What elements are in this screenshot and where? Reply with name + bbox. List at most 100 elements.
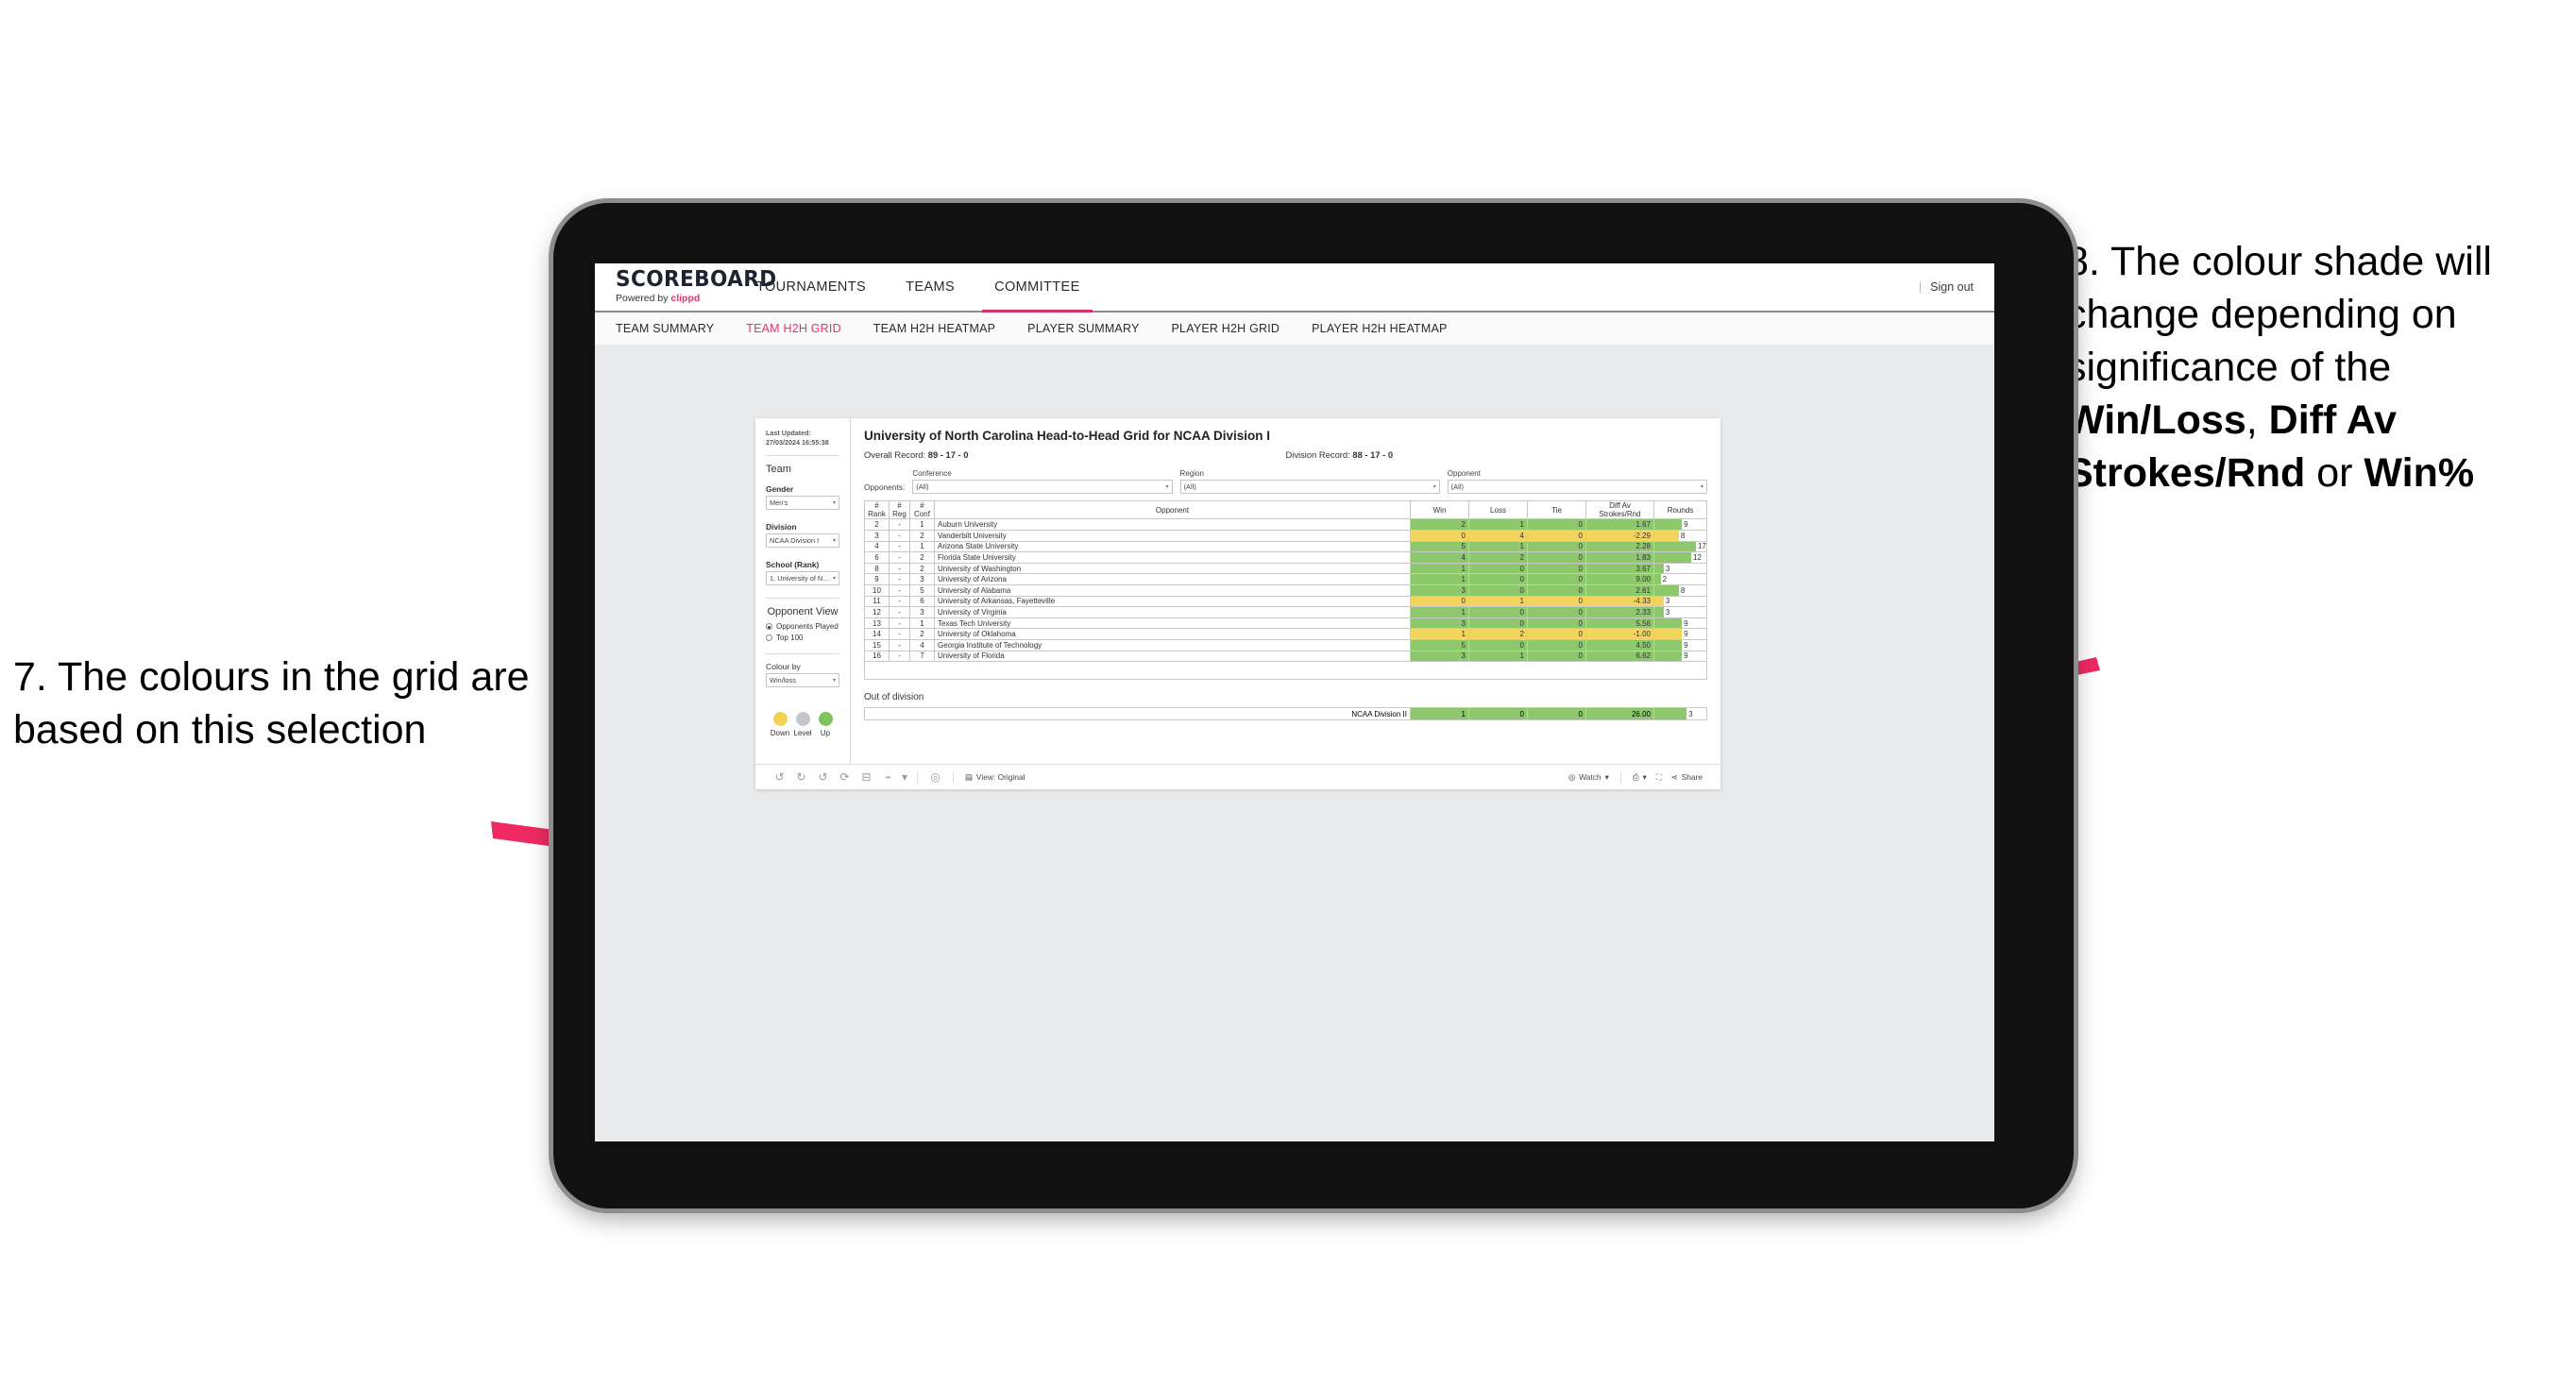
revert-icon[interactable]: ↺ bbox=[812, 765, 834, 789]
rounds-wrap: 12 bbox=[1654, 552, 1706, 563]
cell-loss: 0 bbox=[1468, 562, 1528, 575]
cell-rank: 2 bbox=[864, 518, 890, 531]
ood-diff: 26.00 bbox=[1585, 707, 1654, 721]
cell-conf: 2 bbox=[909, 628, 935, 640]
table-row[interactable]: 4-1 Arizona State University 5 1 0 2.28 17 bbox=[864, 540, 1707, 553]
rounds-bar bbox=[1654, 552, 1692, 563]
cell-tie: 0 bbox=[1527, 540, 1586, 553]
rounds-value: 8 bbox=[1680, 585, 1686, 595]
school-dropdown[interactable]: 1. University of Nort... ▾ bbox=[766, 571, 839, 586]
cell-rounds: 9 bbox=[1653, 650, 1707, 663]
cell-rank: 10 bbox=[864, 583, 890, 597]
table-row[interactable]: 12-3 University of Virginia 1 0 0 2.33 3 bbox=[864, 606, 1707, 618]
col-diff-av-strokes[interactable]: Diff Av Strokes/Rnd bbox=[1585, 499, 1654, 520]
topnav-teams[interactable]: TEAMS bbox=[886, 263, 974, 311]
col-tie[interactable]: Tie bbox=[1527, 499, 1586, 520]
watch-button[interactable]: ◎ Watch ▾ bbox=[1564, 772, 1614, 782]
cell-opponent: Auburn University bbox=[934, 518, 1411, 531]
annotation-right-lead: 8. The colour shade will change dependin… bbox=[2066, 239, 2492, 390]
cell-reg: - bbox=[889, 638, 910, 651]
legend-item-down: Down bbox=[769, 712, 791, 737]
rounds-wrap: 2 bbox=[1654, 574, 1706, 584]
chevron-down-icon: ▾ bbox=[1701, 484, 1704, 490]
col-conf-line2: Conf bbox=[914, 510, 930, 519]
col-conf[interactable]: # Conf bbox=[909, 499, 935, 520]
refresh-icon[interactable]: ⟳ bbox=[834, 765, 856, 789]
radio-top-100[interactable]: Top 100 bbox=[766, 634, 839, 642]
cell-opponent: Florida State University bbox=[934, 551, 1411, 564]
overall-record-value: 89 - 17 - 0 bbox=[927, 449, 969, 460]
radio-top-100-label: Top 100 bbox=[776, 634, 804, 643]
table-row[interactable]: 6-2 Florida State University 4 2 0 1.83 12 bbox=[864, 551, 1707, 564]
subnav-team-h2h-heatmap[interactable]: TEAM H2H HEATMAP bbox=[873, 322, 995, 335]
rounds-value: 8 bbox=[1680, 531, 1686, 540]
cell-loss: 0 bbox=[1468, 583, 1528, 597]
col-loss[interactable]: Loss bbox=[1468, 499, 1528, 520]
col-win[interactable]: Win bbox=[1410, 499, 1469, 520]
cell-conf: 1 bbox=[909, 617, 935, 630]
radio-opponents-played[interactable]: Opponents Played bbox=[766, 622, 839, 631]
conference-dropdown[interactable]: (All) ▾ bbox=[912, 480, 1173, 494]
cell-diff: 5.56 bbox=[1585, 617, 1654, 630]
subnav-team-summary[interactable]: TEAM SUMMARY bbox=[616, 322, 714, 335]
legend-dot-up bbox=[818, 712, 833, 727]
col-rank[interactable]: # Rank bbox=[864, 499, 890, 520]
opponents-label: Opponents: bbox=[864, 482, 906, 492]
alerts-icon[interactable]: ◎ bbox=[924, 765, 946, 789]
cell-rank: 13 bbox=[864, 617, 890, 630]
subnav-team-h2h-grid[interactable]: TEAM H2H GRID bbox=[746, 322, 841, 335]
topnav-tournaments[interactable]: TOURNAMENTS bbox=[737, 263, 886, 311]
sidebar-divider-2 bbox=[766, 598, 839, 600]
table-scroll-pad[interactable] bbox=[864, 662, 1707, 681]
cell-win: 2 bbox=[1410, 518, 1469, 531]
division-record-value: 88 - 17 - 0 bbox=[1352, 449, 1394, 460]
cell-reg: - bbox=[889, 650, 910, 663]
cell-opponent: University of Oklahoma bbox=[934, 628, 1411, 640]
redo-icon[interactable]: ↻ bbox=[790, 765, 812, 789]
table-row[interactable]: 8-2 University of Washington 1 0 0 3.67 3 bbox=[864, 562, 1707, 575]
col-diff-line2: Strokes/Rnd bbox=[1599, 510, 1641, 519]
flag-icon[interactable]: ⌁ bbox=[877, 765, 899, 789]
cell-rounds: 8 bbox=[1653, 583, 1707, 597]
gender-dropdown[interactable]: Men's ▾ bbox=[766, 496, 839, 511]
region-dropdown[interactable]: (All) ▾ bbox=[1179, 480, 1440, 494]
table-row[interactable]: 10-5 University of Alabama 3 0 0 2.61 8 bbox=[864, 583, 1707, 597]
division-dropdown[interactable]: NCAA Division I ▾ bbox=[766, 533, 839, 549]
table-row[interactable]: 13-1 Texas Tech University 3 0 0 5.56 9 bbox=[864, 617, 1707, 630]
view-original-button[interactable]: ▤ View: Original bbox=[960, 772, 1029, 782]
subnav-player-summary[interactable]: PLAYER SUMMARY bbox=[1027, 322, 1139, 335]
table-row[interactable]: 9-3 University of Arizona 1 0 0 9.00 2 bbox=[864, 573, 1707, 585]
col-rounds[interactable]: Rounds bbox=[1653, 499, 1707, 520]
share-button[interactable]: ⋖ Share bbox=[1667, 772, 1707, 782]
table-row[interactable]: 2-1 Auburn University 2 1 0 1.67 9 bbox=[864, 518, 1707, 531]
rounds-wrap: 3 bbox=[1654, 563, 1706, 574]
table-row[interactable]: 15-4 Georgia Institute of Technology 5 0 0 4.… bbox=[864, 638, 1707, 651]
col-opponent[interactable]: Opponent bbox=[934, 499, 1411, 520]
download-button[interactable]: ⎙ ▾ bbox=[1628, 772, 1652, 783]
cell-loss: 0 bbox=[1468, 606, 1528, 618]
pause-icon[interactable]: ⊟ bbox=[856, 765, 877, 789]
fullscreen-button[interactable]: ⛶ bbox=[1652, 772, 1667, 783]
col-reg-line2: Reg bbox=[892, 510, 907, 519]
topnav-committee[interactable]: COMMITTEE bbox=[974, 263, 1100, 313]
subnav-player-h2h-heatmap[interactable]: PLAYER H2H HEATMAP bbox=[1312, 322, 1447, 335]
subnav-player-h2h-grid[interactable]: PLAYER H2H GRID bbox=[1172, 322, 1280, 335]
col-reg[interactable]: # Reg bbox=[889, 499, 910, 520]
cell-rounds: 9 bbox=[1653, 628, 1707, 640]
table-row[interactable]: 16-7 University of Florida 3 1 0 6.62 9 bbox=[864, 650, 1707, 663]
toolbar-divider-2 bbox=[953, 771, 954, 783]
h2h-grid-table: # Rank # Reg # Conf Opponent Win Loss Ti… bbox=[864, 499, 1707, 663]
cell-opponent: Georgia Institute of Technology bbox=[934, 638, 1411, 651]
opponent-dropdown[interactable]: (All) ▾ bbox=[1447, 480, 1708, 494]
undo-icon[interactable]: ↺ bbox=[769, 765, 790, 789]
rounds-wrap: 17 bbox=[1654, 541, 1706, 552]
table-row[interactable]: 14-2 University of Oklahoma 1 2 0 -1.00 9 bbox=[864, 628, 1707, 640]
region-label: Region bbox=[1179, 469, 1204, 478]
report-content: University of North Carolina Head-to-Hea… bbox=[851, 418, 1720, 764]
table-row[interactable]: 3-2 Vanderbilt University 0 4 0 -2.29 8 bbox=[864, 529, 1707, 542]
table-row[interactable]: 11-6 University of Arkansas, Fayetteville… bbox=[864, 595, 1707, 608]
sign-out-link[interactable]: Sign out bbox=[1930, 280, 1974, 294]
colour-by-dropdown[interactable]: Win/loss ▾ bbox=[766, 673, 839, 688]
toolbar-caret-icon[interactable]: ▾ bbox=[899, 765, 910, 789]
conference-label: Conference bbox=[912, 469, 952, 478]
